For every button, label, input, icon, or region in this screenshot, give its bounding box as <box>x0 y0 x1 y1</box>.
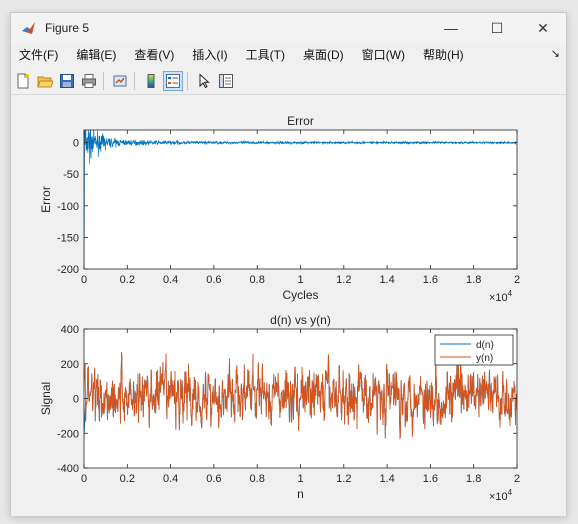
menu-tools[interactable]: 工具(T) <box>237 46 294 63</box>
x-tick-label: 1 <box>297 473 303 485</box>
toolbar <box>11 68 566 95</box>
menu-insert[interactable]: 插入(I) <box>183 46 236 63</box>
x-tick-label: 0.8 <box>250 274 265 286</box>
toolbar-separator <box>103 72 104 90</box>
pointer-icon[interactable] <box>194 71 214 91</box>
axes-title: Error <box>287 114 314 128</box>
close-button[interactable]: ✕ <box>520 13 566 43</box>
colorbar-icon[interactable] <box>141 71 161 91</box>
y-tick-label: -50 <box>63 169 79 181</box>
menu-help[interactable]: 帮助(H) <box>414 46 473 63</box>
x-axis-label: n <box>297 487 304 501</box>
maximize-button[interactable]: ☐ <box>474 13 520 43</box>
x-tick-label: 0.4 <box>163 473 178 485</box>
legend-entry: d(n) <box>476 340 494 351</box>
x-tick-label: 1.8 <box>466 274 481 286</box>
toolbar-separator <box>187 72 188 90</box>
legend-icon[interactable] <box>163 71 183 91</box>
menu-edit[interactable]: 编辑(E) <box>67 46 125 63</box>
menu-view[interactable]: 查看(V) <box>125 46 183 63</box>
y-tick-label: 200 <box>61 359 79 371</box>
x-exponent-label: ×104 <box>489 488 513 503</box>
axes-title: d(n) vs y(n) <box>270 313 331 327</box>
y-tick-label: -150 <box>57 232 79 244</box>
x-exponent-label: ×104 <box>489 289 513 304</box>
print-icon[interactable] <box>79 71 99 91</box>
x-tick-label: 1.4 <box>379 473 394 485</box>
menu-bar: 文件(F) 编辑(E) 查看(V) 插入(I) 工具(T) 桌面(D) 窗口(W… <box>11 43 566 65</box>
x-tick-label: 0.2 <box>120 274 135 286</box>
y-tick-label: 400 <box>61 324 79 336</box>
open-file-icon[interactable] <box>35 71 55 91</box>
x-tick-label: 0.6 <box>206 274 221 286</box>
x-tick-label: 1.8 <box>466 473 481 485</box>
save-icon[interactable] <box>57 71 77 91</box>
y-tick-label: 0 <box>73 394 79 406</box>
y-tick-label: -400 <box>57 463 79 475</box>
y-axis-label: Signal <box>39 382 53 415</box>
x-tick-label: 0 <box>81 274 87 286</box>
x-tick-label: 0.2 <box>120 473 135 485</box>
axes-background <box>84 130 517 269</box>
menu-window[interactable]: 窗口(W) <box>353 46 414 63</box>
y-tick-label: -100 <box>57 201 79 213</box>
toolbar-separator <box>134 72 135 90</box>
matlab-logo-icon <box>22 22 35 34</box>
x-tick-label: 1.6 <box>423 274 438 286</box>
x-tick-label: 1.6 <box>423 473 438 485</box>
x-tick-label: 1.4 <box>379 274 394 286</box>
new-figure-icon[interactable] <box>13 71 33 91</box>
window-title: Figure 5 <box>45 21 90 35</box>
y-tick-label: 0 <box>73 138 79 150</box>
x-tick-label: 1.2 <box>336 473 351 485</box>
x-tick-label: 1.2 <box>336 274 351 286</box>
x-tick-label: 2 <box>514 473 520 485</box>
menu-desktop[interactable]: 桌面(D) <box>294 46 353 63</box>
x-tick-label: 0.6 <box>206 473 221 485</box>
property-inspector-icon[interactable] <box>216 71 236 91</box>
title-bar[interactable]: Figure 5 — ☐ ✕ <box>11 13 566 43</box>
legend-entry: y(n) <box>476 353 493 364</box>
x-tick-label: 1 <box>297 274 303 286</box>
figure-window: Figure 5 — ☐ ✕ 文件(F) 编辑(E) 查看(V) 插入(I) 工… <box>10 12 567 516</box>
legend[interactable]: d(n) y(n) <box>434 334 514 366</box>
figure-canvas: 0 0.2 0.4 0.6 0.8 1 1.2 1.4 1.6 1.8 2 0 -50 -100 -150 -… <box>11 96 566 516</box>
x-axis-label: Cycles <box>282 288 318 302</box>
x-tick-label: 0.8 <box>250 473 265 485</box>
error-axes: 0 0.2 0.4 0.6 0.8 1 1.2 1.4 1.6 1.8 2 0 -50 -100 -150 -… <box>39 114 520 304</box>
y-tick-label: -200 <box>57 428 79 440</box>
x-tick-label: 0.4 <box>163 274 178 286</box>
y-axis-label: Error <box>39 186 53 213</box>
link-plot-icon[interactable] <box>110 71 130 91</box>
dock-figure-icon[interactable]: ↘ <box>551 47 560 60</box>
legend-box <box>434 334 514 366</box>
x-tick-label: 2 <box>514 274 520 286</box>
menu-file[interactable]: 文件(F) <box>11 46 67 63</box>
x-tick-label: 0 <box>81 473 87 485</box>
minimize-button[interactable]: — <box>428 13 474 43</box>
y-tick-label: -200 <box>57 264 79 276</box>
signal-axes: 0 0.2 0.4 0.6 0.8 1 1.2 1.4 1.6 1.8 2 400 200 0 -200 -4… <box>39 313 520 503</box>
